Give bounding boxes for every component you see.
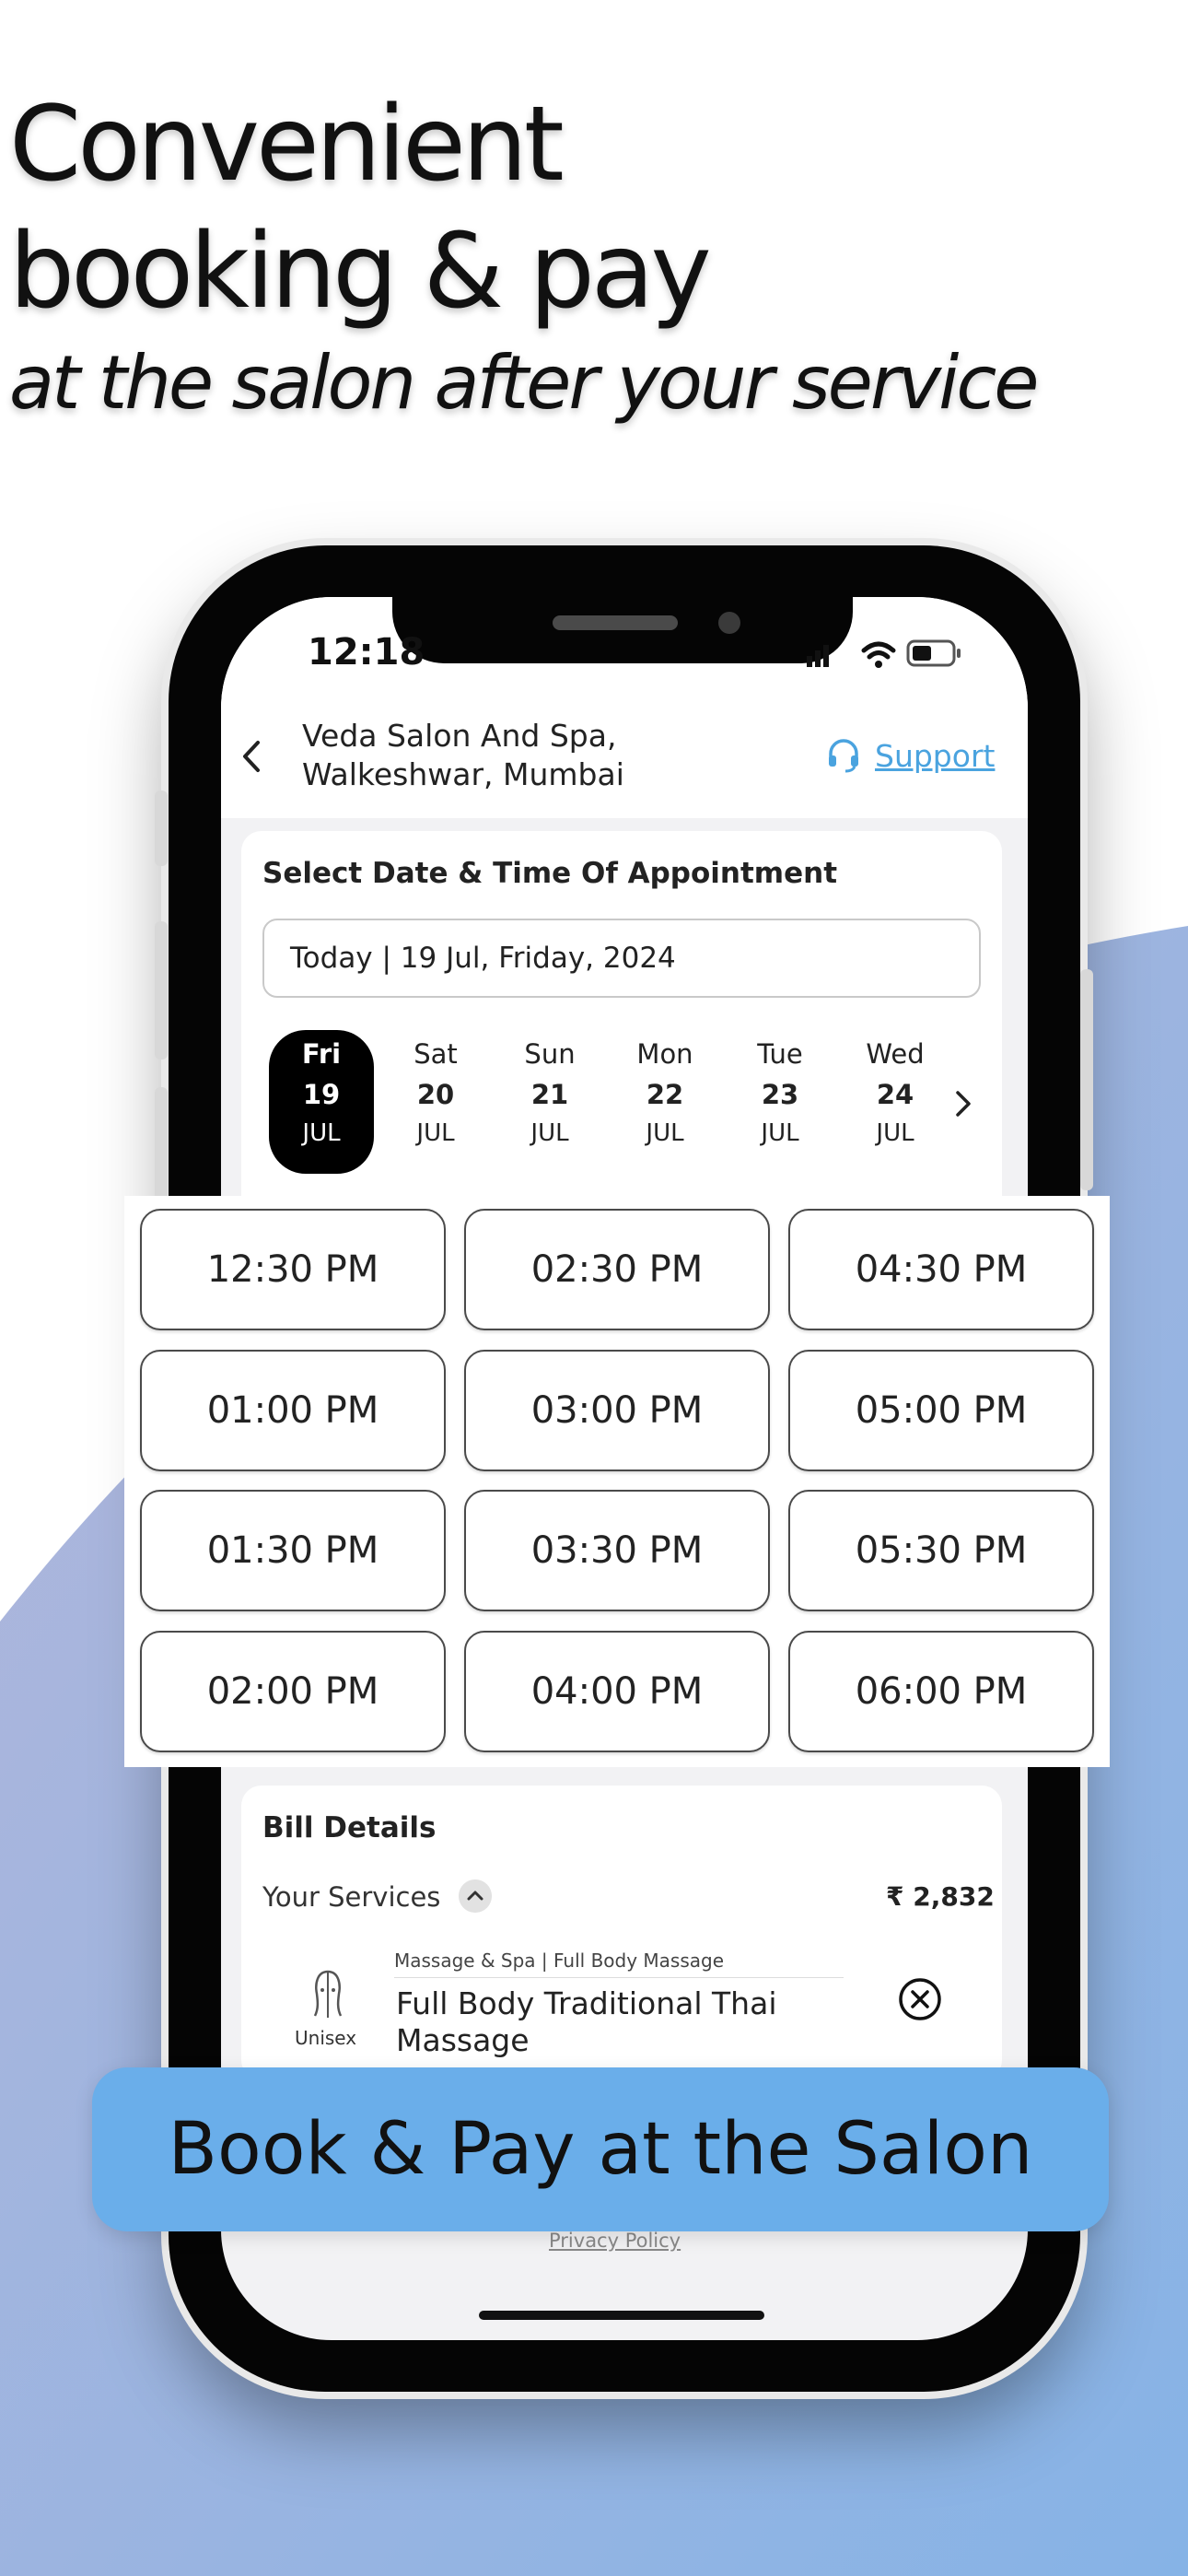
signal-icon xyxy=(807,645,829,667)
salon-name-line2: Walkeshwar, Mumbai xyxy=(302,756,624,792)
time-slot[interactable]: 05:00 PM xyxy=(788,1350,1094,1471)
time-slot[interactable]: 03:30 PM xyxy=(464,1490,770,1611)
service-name-line1: Full Body Traditional Thai xyxy=(396,1985,777,2021)
headline: Convenient booking & pay at the salon af… xyxy=(9,81,1170,431)
day-date: 23 xyxy=(761,1079,799,1110)
phone-side-button xyxy=(155,790,168,866)
privacy-policy-link[interactable]: Privacy Policy xyxy=(549,2230,681,2252)
unisex-icon xyxy=(313,1970,343,2018)
day-name: Wed xyxy=(866,1038,925,1070)
book-pay-banner[interactable]: Book & Pay at the Salon xyxy=(92,2067,1109,2231)
day-option-fri[interactable]: Fri 19 JUL xyxy=(269,1030,374,1174)
time-slot[interactable]: 04:00 PM xyxy=(464,1631,770,1752)
date-section-title: Select Date & Time Of Appointment xyxy=(262,857,838,890)
day-name: Sat xyxy=(413,1038,458,1070)
day-date: 19 xyxy=(302,1079,341,1110)
day-option-sat[interactable]: Sat 20 JUL xyxy=(383,1030,488,1174)
notch-camera xyxy=(718,612,740,634)
time-slot[interactable]: 05:30 PM xyxy=(788,1490,1094,1611)
battery-icon xyxy=(906,639,961,667)
day-name: Sun xyxy=(524,1038,576,1070)
day-name: Mon xyxy=(636,1038,693,1070)
phone-volume-up-button xyxy=(155,921,168,1060)
home-indicator xyxy=(479,2311,764,2320)
day-option-sun[interactable]: Sun 21 JUL xyxy=(497,1030,602,1174)
day-option-wed[interactable]: Wed 24 JUL xyxy=(843,1030,948,1174)
services-label: Your Services xyxy=(262,1881,441,1913)
day-date: 21 xyxy=(530,1079,569,1110)
phone-power-button xyxy=(1080,969,1093,1190)
chevron-up-icon[interactable] xyxy=(459,1879,492,1913)
time-slot[interactable]: 01:30 PM xyxy=(140,1490,446,1611)
wifi-icon xyxy=(861,641,896,668)
time-slot[interactable]: 03:00 PM xyxy=(464,1350,770,1471)
back-chevron-icon[interactable] xyxy=(238,733,265,779)
day-month: JUL xyxy=(876,1119,914,1147)
time-slot[interactable]: 04:30 PM xyxy=(788,1209,1094,1330)
day-month: JUL xyxy=(302,1119,341,1147)
day-month: JUL xyxy=(416,1119,455,1147)
day-option-tue[interactable]: Tue 23 JUL xyxy=(728,1030,833,1174)
salon-name: Veda Salon And Spa, Walkeshwar, Mumbai xyxy=(302,717,624,794)
selected-date-field[interactable]: Today | 19 Jul, Friday, 2024 xyxy=(262,919,981,998)
support-headset-icon xyxy=(829,739,858,773)
day-date: 22 xyxy=(646,1079,684,1110)
headline-line3: at the salon after your service xyxy=(9,340,1040,426)
time-slot[interactable]: 06:00 PM xyxy=(788,1631,1094,1752)
day-date: 20 xyxy=(416,1079,455,1110)
time-slot[interactable]: 02:00 PM xyxy=(140,1631,446,1752)
time-slot[interactable]: 01:00 PM xyxy=(140,1350,446,1471)
remove-circle-icon[interactable] xyxy=(897,1976,943,2022)
day-date: 24 xyxy=(876,1079,914,1110)
status-time: 12:18 xyxy=(308,631,425,673)
day-month: JUL xyxy=(761,1119,799,1147)
support-label: Support xyxy=(875,737,996,774)
service-name: Full Body Traditional Thai Massage xyxy=(396,1985,776,2059)
notch-speaker xyxy=(553,615,678,630)
day-month: JUL xyxy=(530,1119,569,1147)
chevron-right-icon[interactable] xyxy=(952,1085,974,1122)
day-option-mon[interactable]: Mon 22 JUL xyxy=(612,1030,717,1174)
bill-title: Bill Details xyxy=(262,1811,437,1844)
headline-line2: booking & pay xyxy=(9,212,712,332)
day-month: JUL xyxy=(646,1119,684,1147)
time-slot[interactable]: 02:30 PM xyxy=(464,1209,770,1330)
day-name: Fri xyxy=(301,1038,342,1070)
headline-line1: Convenient xyxy=(9,85,565,205)
service-name-line2: Massage xyxy=(396,2022,530,2058)
day-name: Tue xyxy=(757,1038,803,1070)
support-link[interactable]: Support xyxy=(825,737,995,774)
service-category: Massage & Spa | Full Body Massage xyxy=(394,1950,725,1972)
unisex-label: Unisex xyxy=(295,2027,357,2049)
service-divider xyxy=(394,1977,844,1978)
services-total: ₹ 2,832 xyxy=(886,1881,995,1912)
salon-name-line1: Veda Salon And Spa, xyxy=(302,718,617,754)
status-icons xyxy=(807,639,961,668)
time-slot[interactable]: 12:30 PM xyxy=(140,1209,446,1330)
